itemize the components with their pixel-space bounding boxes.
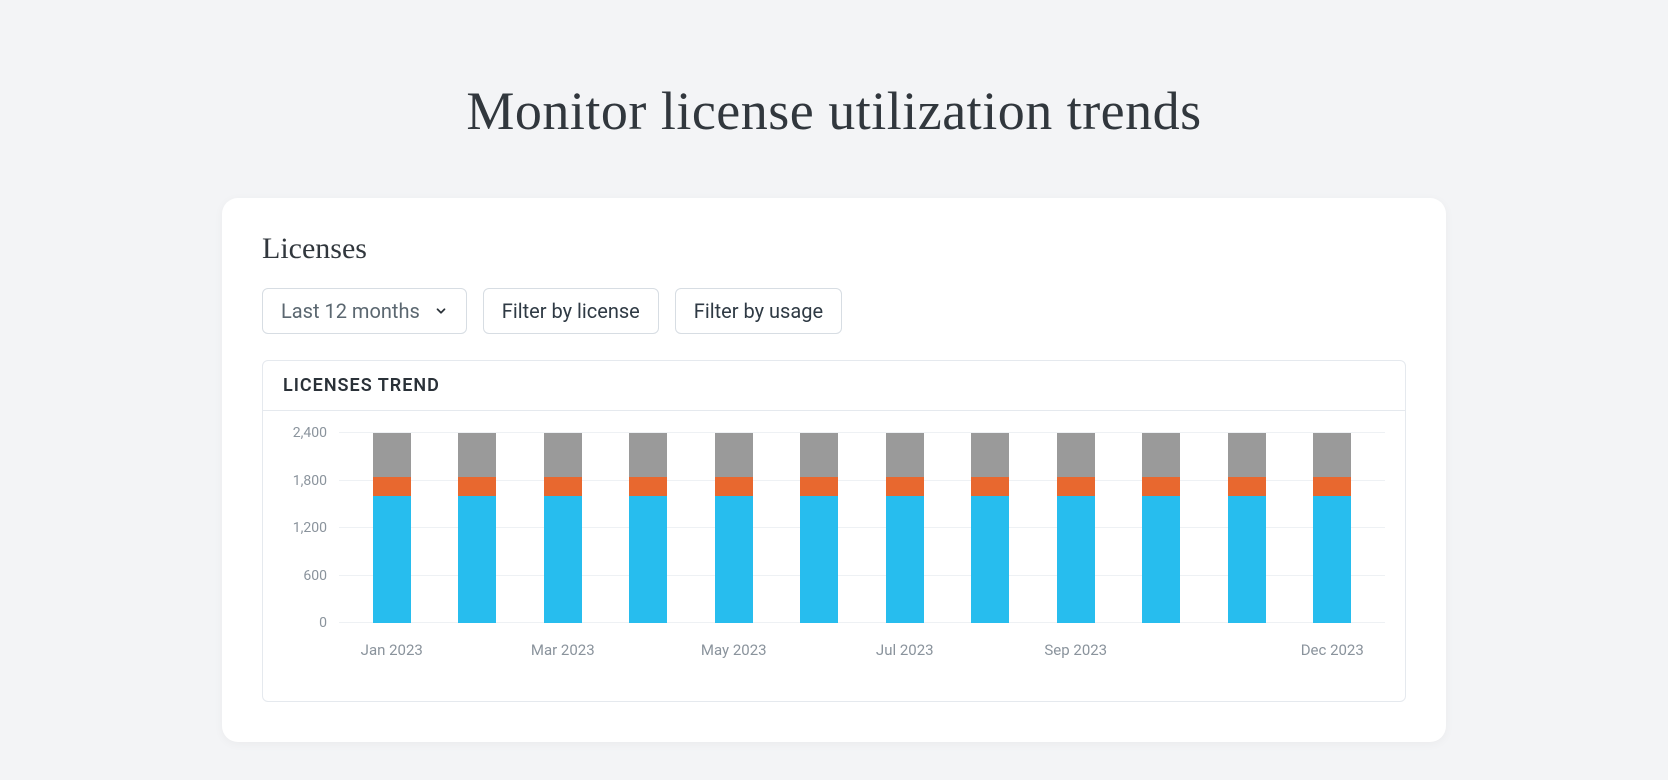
range-dropdown-label: Last 12 months [281,299,420,323]
chart-bar [1313,433,1351,623]
controls-row: Last 12 months Filter by license Filter … [262,288,1406,334]
chart-xtick-label: Sep 2023 [1044,641,1107,659]
chart-bar [715,433,753,623]
chart-bar [886,433,924,623]
chart-bar-segment [458,496,496,623]
filter-usage-button[interactable]: Filter by usage [675,288,842,334]
chart-bar-segment [800,433,838,477]
chart-bar-segment [715,433,753,477]
chart-bar [629,433,667,623]
chart-bar [1057,433,1095,623]
chart-bar [458,433,496,623]
chart-bar-segment [800,496,838,623]
chart-bar [373,433,411,623]
chart-bar-segment [1228,496,1266,623]
chart-body: 06001,2001,8002,400 Jan 2023Mar 2023May … [263,411,1405,701]
page-title: Monitor license utilization trends [0,80,1668,142]
chart-panel: LICENSES TREND 06001,2001,8002,400 Jan 2… [262,360,1406,702]
chart-bar-segment [1228,433,1266,477]
chart-bar-segment [1057,477,1095,497]
card-title: Licenses [262,232,1406,266]
chart-ytick-label: 1,200 [293,520,327,536]
licenses-card: Licenses Last 12 months Filter by licens… [222,198,1446,742]
chart-bar-segment [458,477,496,497]
filter-usage-label: Filter by usage [694,299,823,323]
chart-bar [544,433,582,623]
chart-bar-segment [971,477,1009,497]
chart-bar-segment [629,477,667,497]
chart-bar-segment [373,496,411,623]
range-dropdown[interactable]: Last 12 months [262,288,467,334]
chart-bar-segment [971,433,1009,477]
chart-xtick-label: Mar 2023 [531,641,595,659]
chart-bar-segment [886,477,924,497]
chart-bar [971,433,1009,623]
chart-bar-segment [1057,433,1095,477]
chart-ytick-label: 1,800 [293,473,327,489]
chart-bars [339,433,1385,623]
chart-plot: 06001,2001,8002,400 [339,433,1385,623]
chart-ytick-label: 2,400 [293,425,327,441]
chart-ytick-label: 0 [319,615,327,631]
chart-bar-segment [715,496,753,623]
chart-xtick-label: Jul 2023 [876,641,934,659]
chart-bar-segment [1313,496,1351,623]
chart-bar-segment [1228,477,1266,497]
chart-bar-segment [1057,496,1095,623]
chart-bar-segment [1142,496,1180,623]
chart-bar-segment [1313,477,1351,497]
chart-bar-segment [715,477,753,497]
chart-title: LICENSES TREND [263,361,1405,411]
chart-bar [1142,433,1180,623]
filter-license-button[interactable]: Filter by license [483,288,659,334]
chart-ytick-label: 600 [303,568,327,584]
chart-bar-segment [1142,433,1180,477]
chart-bar-segment [800,477,838,497]
chart-bar-segment [544,433,582,477]
chart-bar-segment [629,496,667,623]
filter-license-label: Filter by license [502,299,640,323]
chart-bar-segment [886,496,924,623]
chart-xaxis: Jan 2023 Mar 2023 May 2023 Jul 2023 Sep 2023… [339,623,1385,673]
chart-bar-segment [629,433,667,477]
chart-xtick-label: May 2023 [701,641,767,659]
chart-bar-segment [886,433,924,477]
chevron-down-icon [434,304,448,318]
chart-bar [1228,433,1266,623]
chart-bar-segment [544,477,582,497]
chart-xtick-label: Jan 2023 [361,641,423,659]
chart-xtick-label: Dec 2023 [1301,641,1364,659]
chart-bar-segment [458,433,496,477]
chart-bar-segment [1313,433,1351,477]
chart-bar-segment [971,496,1009,623]
chart-bar-segment [373,433,411,477]
chart-bar-segment [1142,477,1180,497]
chart-bar-segment [544,496,582,623]
chart-bar-segment [373,477,411,497]
chart-bar [800,433,838,623]
